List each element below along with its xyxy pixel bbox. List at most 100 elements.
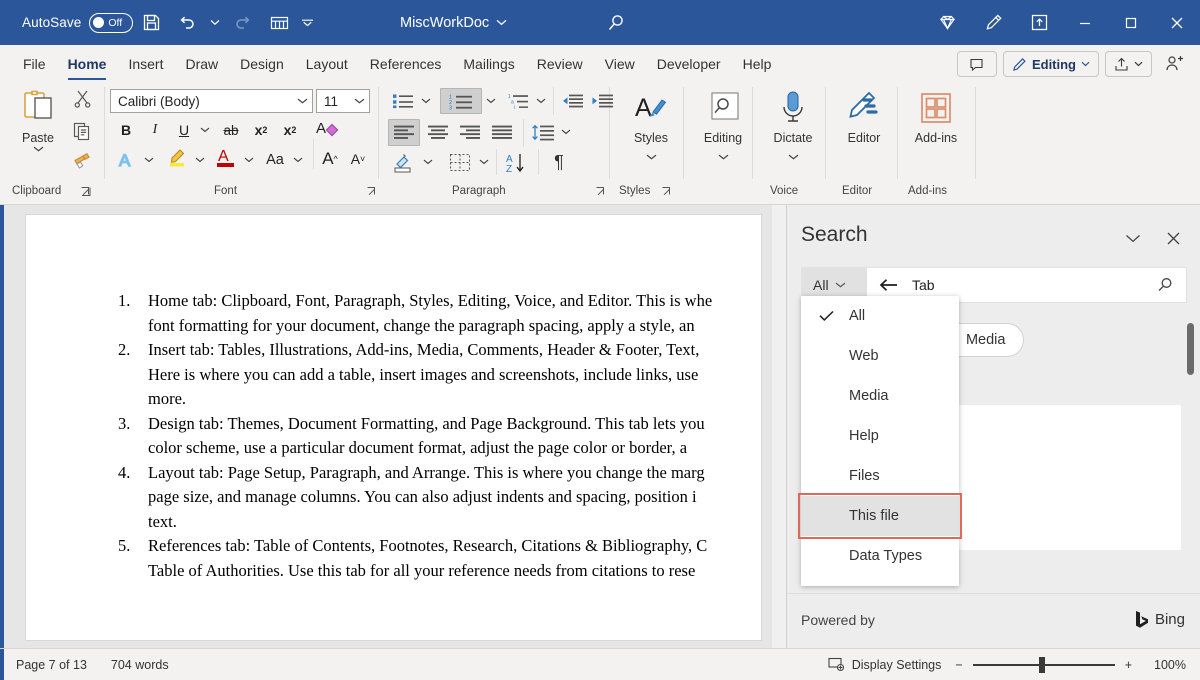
dropdown-item-all[interactable]: All (801, 296, 959, 336)
increase-indent-button[interactable] (588, 89, 616, 113)
bing-brand[interactable]: Bing (1134, 610, 1185, 629)
shrink-font-button[interactable]: A ˅ (344, 145, 372, 173)
undo-dropdown-chevron-down-icon[interactable] (205, 5, 225, 41)
tab-layout[interactable]: Layout (295, 45, 359, 83)
dropdown-item-web[interactable]: Web (801, 336, 959, 376)
comments-button[interactable] (957, 51, 997, 77)
add-ins-button[interactable]: Add-ins (905, 85, 967, 146)
styles-dialog-launcher[interactable] (661, 186, 673, 198)
align-right-button[interactable] (454, 119, 486, 146)
editing-chevron-down-icon[interactable] (692, 147, 754, 165)
strikethrough-button[interactable]: ab (218, 116, 244, 144)
bold-button[interactable]: B (113, 116, 139, 144)
title-search-box[interactable] (605, 0, 627, 45)
maximize-icon[interactable] (1108, 0, 1154, 45)
editing-mode-button[interactable]: Editing (1003, 51, 1099, 77)
tab-file[interactable]: File (12, 45, 57, 83)
copy-button[interactable] (62, 115, 102, 147)
search-pane-close-button[interactable] (1162, 227, 1184, 249)
table-icon[interactable] (261, 5, 297, 41)
share-button[interactable] (1105, 51, 1152, 77)
zoom-slider[interactable]: − + (955, 658, 1132, 672)
text-effects-button[interactable]: A (113, 146, 143, 174)
dictate-chevron-down-icon[interactable] (762, 147, 824, 165)
font-dialog-launcher[interactable] (366, 186, 378, 198)
zoom-slider-track[interactable] (973, 664, 1115, 666)
save-icon[interactable] (133, 5, 169, 41)
numbering-button[interactable]: 1 2 3 (440, 88, 482, 114)
zoom-percent[interactable]: 100% (1146, 658, 1186, 672)
undo-icon[interactable] (169, 5, 205, 41)
dropdown-item-help[interactable]: Help (801, 416, 959, 456)
search-pane-collapse-button[interactable] (1122, 227, 1144, 249)
change-case-chevron-down-icon[interactable] (289, 146, 307, 174)
font-color-button[interactable]: A (212, 143, 242, 171)
dictate-button[interactable]: Dictate (762, 85, 824, 165)
underline-button[interactable]: U (171, 116, 197, 144)
autosave-toggle[interactable]: Off (89, 13, 133, 33)
tab-review[interactable]: Review (526, 45, 594, 83)
zoom-in-button[interactable]: + (1125, 658, 1132, 672)
text-effects-chevron-down-icon[interactable] (140, 146, 158, 174)
document-title[interactable]: MiscWorkDoc (400, 0, 507, 45)
tab-home[interactable]: Home (57, 45, 118, 83)
borders-button[interactable] (444, 149, 476, 176)
minimize-icon[interactable] (1062, 0, 1108, 45)
tab-help[interactable]: Help (732, 45, 783, 83)
cut-button[interactable] (62, 83, 102, 115)
line-spacing-button[interactable] (528, 119, 558, 146)
decrease-indent-button[interactable] (558, 89, 586, 113)
paste-button[interactable]: Paste (10, 85, 66, 152)
zoom-slider-thumb[interactable] (1039, 657, 1045, 673)
tab-draw[interactable]: Draw (174, 45, 229, 83)
share-people-icon[interactable] (1158, 49, 1192, 79)
align-center-button[interactable] (422, 119, 454, 146)
clear-formatting-button[interactable]: A (312, 114, 342, 142)
dropdown-item-files[interactable]: Files (801, 456, 959, 496)
change-case-button[interactable]: Aa (260, 146, 290, 174)
paragraph-dialog-launcher[interactable] (595, 186, 607, 198)
document-page[interactable]: 1. Home tab: Clipboard, Font, Paragraph,… (26, 215, 761, 640)
format-painter-button[interactable] (62, 147, 102, 179)
shading-button[interactable] (388, 149, 420, 176)
bullets-button[interactable] (388, 89, 418, 113)
tab-insert[interactable]: Insert (117, 45, 174, 83)
tab-design[interactable]: Design (229, 45, 295, 83)
chevron-down-icon[interactable] (297, 98, 308, 104)
display-settings-button[interactable]: Display Settings (828, 657, 942, 672)
pen-icon[interactable] (970, 0, 1016, 45)
grow-font-button[interactable]: A ^ (316, 145, 344, 173)
bullets-chevron-down-icon[interactable] (418, 91, 434, 111)
show-formatting-marks-button[interactable]: ¶ (544, 149, 574, 176)
editor-button[interactable]: Editor (833, 85, 895, 146)
tab-developer[interactable]: Developer (646, 45, 732, 83)
dropdown-item-this-file[interactable]: This file (801, 496, 959, 536)
dropdown-item-media[interactable]: Media (801, 376, 959, 416)
borders-chevron-down-icon[interactable] (476, 151, 492, 173)
customize-quick-access-chevron-down-icon[interactable] (297, 5, 317, 41)
clipboard-dialog-launcher[interactable] (80, 186, 92, 198)
editing-button[interactable]: Editing (692, 85, 754, 165)
justify-button[interactable] (486, 119, 518, 146)
multilevel-chevron-down-icon[interactable] (533, 91, 549, 111)
highlight-chevron-down-icon[interactable] (191, 146, 209, 174)
close-icon[interactable] (1154, 0, 1200, 45)
font-color-chevron-down-icon[interactable] (240, 146, 258, 174)
numbering-chevron-down-icon[interactable] (483, 91, 499, 111)
search-icon[interactable] (1156, 276, 1174, 294)
line-spacing-chevron-down-icon[interactable] (558, 121, 574, 143)
subscript-button[interactable]: x2 (248, 116, 274, 144)
tab-mailings[interactable]: Mailings (452, 45, 525, 83)
font-name-combo[interactable]: Calibri (Body) (110, 89, 313, 113)
zoom-out-button[interactable]: − (955, 658, 962, 672)
underline-chevron-down-icon[interactable] (196, 116, 214, 144)
shading-chevron-down-icon[interactable] (420, 151, 436, 173)
align-left-button[interactable] (388, 119, 420, 146)
sort-button[interactable]: A Z (500, 149, 532, 176)
document-title-chevron-down-icon[interactable] (496, 19, 507, 26)
page-indicator[interactable]: Page 7 of 13 (16, 658, 87, 672)
diamond-icon[interactable] (924, 0, 970, 45)
word-count[interactable]: 704 words (111, 658, 169, 672)
document-scrollbar[interactable] (772, 205, 786, 648)
paste-chevron-down-icon[interactable] (10, 146, 66, 152)
